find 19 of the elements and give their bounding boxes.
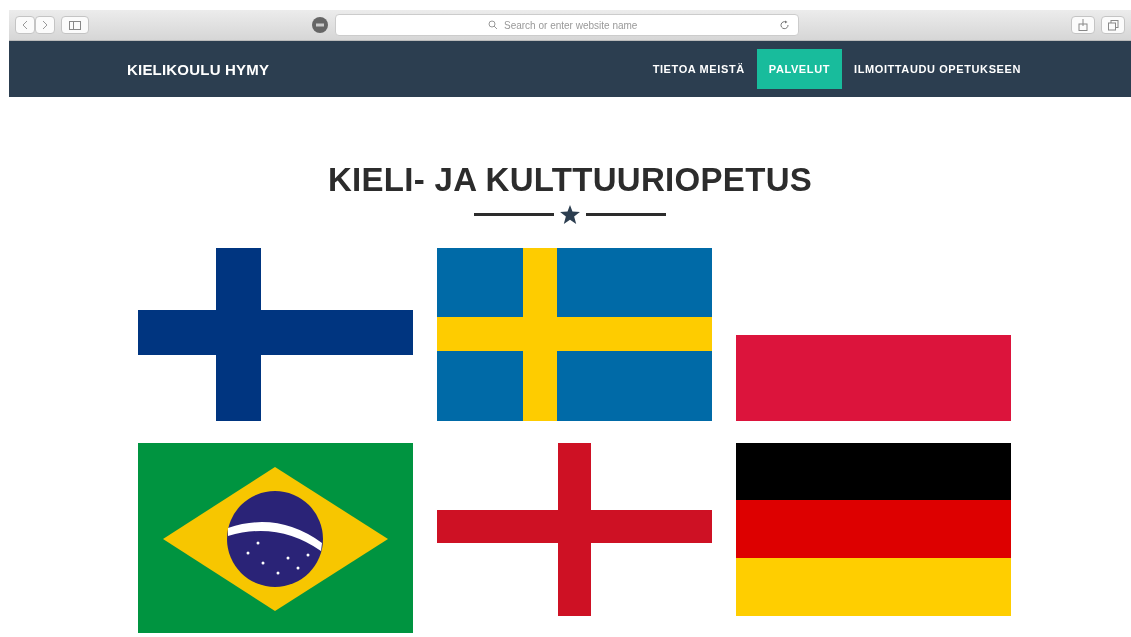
search-icon [488, 20, 498, 30]
page-heading: KIELI- JA KULTTUURIOPETUS [326, 161, 814, 199]
nav-link[interactable]: ILMOITTAUDU OPETUKSEEN [842, 49, 1033, 89]
tabs-button[interactable] [1101, 16, 1125, 34]
site-logo[interactable]: KIELIKOULU HYMY [127, 60, 270, 78]
address-bar[interactable]: Search or enter website name [335, 14, 799, 36]
chevron-right-icon [41, 20, 49, 30]
nav-link[interactable]: TIETOA MEISTÄ [640, 49, 757, 89]
share-icon [1078, 19, 1088, 31]
chevron-left-icon [21, 20, 29, 30]
tabs-icon [1107, 19, 1119, 31]
reload-icon[interactable] [780, 20, 790, 30]
sidebar-icon [69, 20, 81, 30]
forward-button[interactable] [35, 16, 55, 34]
back-button[interactable] [15, 16, 35, 34]
sidebar-button[interactable] [61, 16, 89, 34]
share-button[interactable] [1071, 16, 1095, 34]
address-field[interactable]: Search or enter website name [502, 18, 646, 32]
star-icon [560, 205, 580, 224]
